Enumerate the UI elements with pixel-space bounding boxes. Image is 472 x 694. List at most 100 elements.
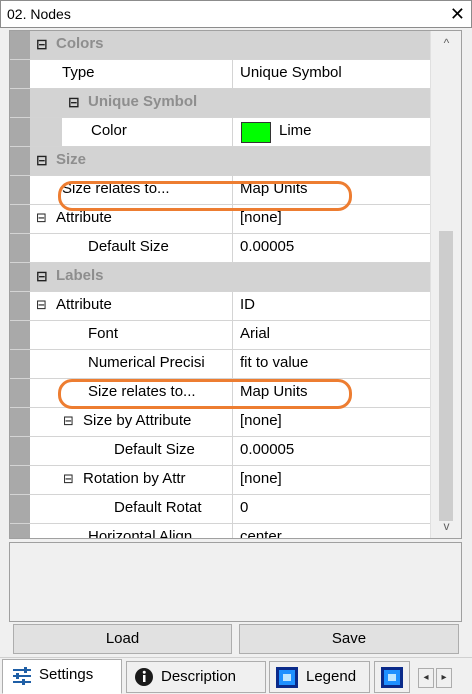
scroll-down-icon[interactable]: v — [431, 514, 461, 538]
property-value-cell[interactable]: [none] — [234, 205, 431, 233]
tab-description[interactable]: Description — [126, 661, 266, 693]
property-row-label-attribute[interactable]: ⊟ Attribute ID — [10, 292, 431, 321]
property-value-cell[interactable]: [none] — [234, 408, 431, 436]
tab-scroll-right-icon[interactable]: ▸ — [436, 668, 452, 688]
scrollbar-thumb[interactable] — [439, 231, 453, 521]
sliders-icon — [11, 666, 33, 690]
category-indent — [30, 89, 62, 117]
property-row-label-default-size[interactable]: Default Size 0.00005 — [10, 437, 431, 466]
property-value-cell[interactable]: Map Units — [234, 176, 431, 204]
property-value-cell[interactable]: 0 — [234, 495, 431, 523]
property-name-cell: Size relates to... — [30, 379, 233, 407]
collapse-icon[interactable]: ⊟ — [68, 94, 80, 111]
property-value: Map Units — [240, 180, 308, 197]
property-row-color[interactable]: Color Lime — [10, 118, 431, 147]
property-value: ID — [240, 296, 255, 313]
row-gutter — [10, 379, 30, 407]
property-value-cell[interactable]: [none] — [234, 466, 431, 494]
category-header: ⊟ Colors — [30, 31, 431, 59]
collapse-icon[interactable]: ⊟ — [36, 210, 47, 226]
color-swatch — [241, 122, 271, 143]
property-name-cell: Numerical Precisi — [30, 350, 233, 378]
property-value-cell[interactable]: 0.00005 — [234, 234, 431, 262]
property-row-type[interactable]: Type Unique Symbol — [10, 60, 431, 89]
property-name-cell: Horizontal Align — [30, 524, 233, 539]
tab-strip: Settings Description Legend ◂ ▸ — [0, 657, 472, 694]
property-row-horizontal-align[interactable]: Horizontal Align center — [10, 524, 431, 539]
category-labels[interactable]: ⊟ Labels — [10, 263, 431, 292]
collapse-icon[interactable]: ⊟ — [36, 36, 48, 53]
property-name-cell: ⊟ Size by Attribute — [30, 408, 233, 436]
property-name: Numerical Precisi — [88, 354, 205, 371]
category-size[interactable]: ⊟ Size — [10, 147, 431, 176]
row-gutter — [10, 524, 30, 538]
property-name: Default Size — [114, 441, 195, 458]
property-name: Rotation by Attr — [83, 470, 186, 487]
property-name-cell: Default Size — [30, 437, 233, 465]
property-name-cell: ⊟ Rotation by Attr — [30, 466, 233, 494]
property-name-cell: Color — [62, 118, 233, 146]
property-grid-rows: ⊟ Colors Type Unique Symbol ⊟ Unique Sym… — [10, 31, 431, 539]
property-value-cell[interactable]: center — [234, 524, 431, 538]
property-value: 0 — [240, 499, 249, 516]
row-gutter — [10, 118, 30, 146]
property-value-cell[interactable]: 0.00005 — [234, 437, 431, 465]
property-value-cell[interactable]: Unique Symbol — [234, 60, 431, 88]
collapse-icon[interactable]: ⊟ — [63, 413, 74, 429]
property-row-numerical-precision[interactable]: Numerical Precisi fit to value — [10, 350, 431, 379]
property-name: Color — [91, 122, 127, 139]
category-header: ⊟ Size — [30, 147, 431, 175]
row-gutter — [10, 321, 30, 349]
property-value: Map Units — [240, 383, 308, 400]
tab-settings[interactable]: Settings — [2, 659, 122, 694]
property-name: Default Rotat — [114, 499, 202, 516]
row-gutter — [10, 60, 30, 88]
category-unique-symbol[interactable]: ⊟ Unique Symbol — [10, 89, 431, 118]
property-value-cell[interactable]: Lime — [234, 118, 431, 146]
property-row-default-size[interactable]: Default Size 0.00005 — [10, 234, 431, 263]
panel-titlebar: 02. Nodes ✕ — [0, 0, 472, 28]
close-icon[interactable]: ✕ — [450, 3, 465, 25]
property-row-rotation-by-attribute[interactable]: ⊟ Rotation by Attr [none] — [10, 466, 431, 495]
category-label: Labels — [56, 267, 104, 284]
tab-legend[interactable]: Legend — [269, 661, 370, 693]
property-value-cell[interactable]: Arial — [234, 321, 431, 349]
tab-scroll-left-icon[interactable]: ◂ — [418, 668, 434, 688]
category-colors[interactable]: ⊟ Colors — [10, 31, 431, 60]
row-gutter — [10, 495, 30, 523]
category-header: ⊟ Labels — [30, 263, 431, 291]
row-gutter — [10, 408, 30, 436]
save-button[interactable]: Save — [239, 624, 459, 654]
row-gutter — [10, 147, 30, 175]
property-name: Size relates to... — [62, 180, 170, 197]
load-button[interactable]: Load — [13, 624, 232, 654]
tab-label: Settings — [39, 666, 94, 683]
property-name-cell: Default Rotat — [30, 495, 233, 523]
scroll-up-icon[interactable]: ^ — [431, 31, 461, 55]
collapse-icon[interactable]: ⊟ — [36, 152, 48, 169]
property-row-default-rotation[interactable]: Default Rotat 0 — [10, 495, 431, 524]
property-row-size-by-attribute[interactable]: ⊟ Size by Attribute [none] — [10, 408, 431, 437]
property-value-cell[interactable]: ID — [234, 292, 431, 320]
collapse-icon[interactable]: ⊟ — [36, 297, 47, 313]
property-row-label-size-relates-to[interactable]: Size relates to... Map Units — [10, 379, 431, 408]
collapse-icon[interactable]: ⊟ — [63, 471, 74, 487]
property-name: Font — [88, 325, 119, 342]
property-value-cell[interactable]: fit to value — [234, 350, 431, 378]
property-name: Type — [62, 64, 95, 81]
tab-label: Description — [161, 668, 237, 685]
property-value: Unique Symbol — [240, 64, 342, 81]
vertical-scrollbar[interactable]: ^ v — [430, 31, 461, 538]
property-row-attribute[interactable]: ⊟ Attribute [none] — [10, 205, 431, 234]
property-value: Lime — [279, 122, 312, 139]
property-name: Attribute — [56, 296, 112, 313]
property-name: Default Size — [88, 238, 169, 255]
property-name: Horizontal Align — [88, 528, 193, 539]
property-row-font[interactable]: Font Arial — [10, 321, 431, 350]
collapse-icon[interactable]: ⊟ — [36, 268, 48, 285]
property-name: Size relates to... — [88, 383, 196, 400]
tab-overflow[interactable] — [374, 661, 410, 693]
property-value: 0.00005 — [240, 441, 295, 458]
property-value-cell[interactable]: Map Units — [234, 379, 431, 407]
property-row-size-relates-to[interactable]: Size relates to... Map Units — [10, 176, 431, 205]
